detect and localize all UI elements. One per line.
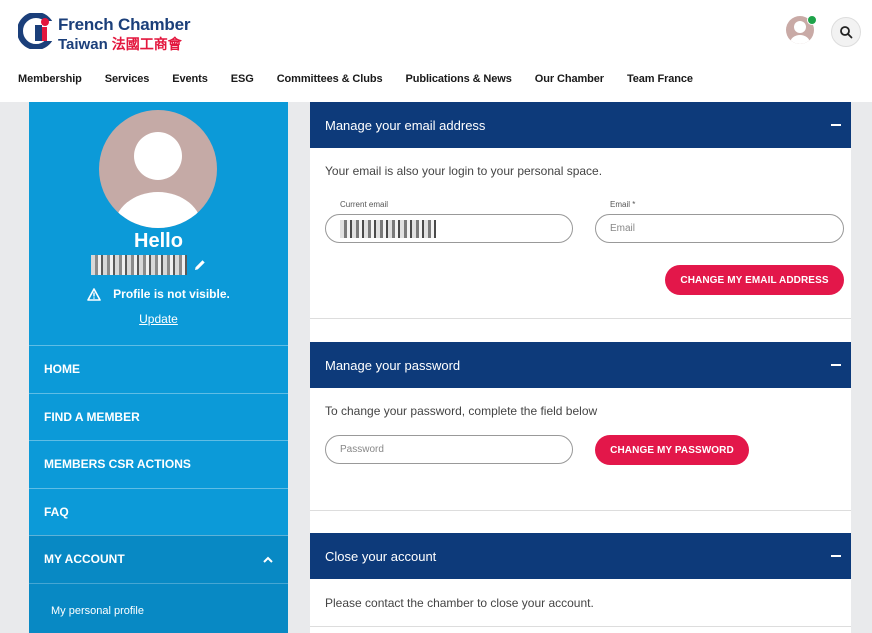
site-header: French Chamber Taiwan 法國工商會 Membership Se…	[0, 0, 872, 102]
nav-team-france[interactable]: Team France	[627, 73, 693, 91]
pencil-icon[interactable]	[193, 258, 207, 272]
warning-icon	[87, 287, 101, 301]
change-email-button[interactable]: CHANGE MY EMAIL ADDRESS	[665, 265, 844, 295]
online-status-dot	[807, 15, 817, 25]
sidebar-item-members-csr-actions[interactable]: MEMBERS CSR ACTIONS	[29, 440, 288, 488]
greeting: Hello	[134, 230, 183, 252]
section-divider	[310, 318, 851, 319]
close-account-section-header[interactable]: Close your account	[310, 533, 851, 579]
password-section-title: Manage your password	[325, 357, 461, 373]
current-email-field	[325, 214, 573, 243]
account-settings-panel: Manage your email address Your email is …	[310, 102, 851, 633]
update-link[interactable]: Update	[29, 312, 288, 326]
close-account-section-title: Close your account	[325, 548, 437, 564]
logo-mark-icon	[18, 13, 54, 49]
logo-subtitle-cn: 法國工商會	[111, 36, 182, 52]
sidebar-item-home[interactable]: HOME	[29, 345, 288, 393]
close-account-description: Please contact the chamber to close your…	[325, 596, 594, 610]
sidebar-item-my-account-label: MY ACCOUNT	[44, 552, 125, 567]
redacted-user-name	[91, 255, 187, 275]
redacted-current-email	[340, 219, 436, 238]
minus-icon	[831, 124, 841, 126]
logo-title: French Chamber	[58, 15, 191, 34]
nav-services[interactable]: Services	[105, 73, 150, 91]
sidebar-subitem-my-personal-profile[interactable]: My personal profile	[29, 582, 288, 633]
profile-silhouette-icon	[114, 132, 202, 228]
password-input[interactable]: Password	[325, 435, 573, 464]
account-sidebar: Hello Profile is not visible. Update HOM…	[29, 102, 288, 633]
email-section-title: Manage your email address	[325, 117, 486, 133]
email-section-description: Your email is also your login to your pe…	[325, 164, 603, 178]
nav-committees-clubs[interactable]: Committees & Clubs	[277, 73, 383, 91]
minus-icon	[831, 555, 841, 557]
section-divider	[310, 510, 851, 511]
sidebar-menu: HOME FIND A MEMBER MEMBERS CSR ACTIONS F…	[29, 345, 288, 633]
search-button[interactable]	[831, 17, 861, 47]
password-section-header[interactable]: Manage your password	[310, 342, 851, 388]
nav-our-chamber[interactable]: Our Chamber	[535, 73, 604, 91]
sidebar-item-find-a-member[interactable]: FIND A MEMBER	[29, 392, 288, 441]
nav-membership[interactable]: Membership	[18, 73, 82, 91]
visibility-text: Profile is not visible.	[113, 287, 230, 301]
logo-subtitle-en: Taiwan	[58, 36, 108, 53]
nav-publications-news[interactable]: Publications & News	[405, 73, 511, 91]
change-password-button[interactable]: CHANGE MY PASSWORD	[595, 435, 749, 465]
profile-visibility-status: Profile is not visible.	[29, 287, 288, 301]
profile-avatar	[99, 110, 217, 228]
chevron-up-icon	[263, 556, 273, 563]
search-icon	[840, 26, 853, 39]
email-label: Email *	[610, 200, 636, 209]
user-name-row	[91, 254, 207, 276]
current-email-label: Current email	[340, 200, 389, 209]
email-input[interactable]: Email	[595, 214, 844, 243]
nav-esg[interactable]: ESG	[231, 73, 254, 91]
email-section-header[interactable]: Manage your email address	[310, 102, 851, 148]
main-nav: Membership Services Events ESG Committee…	[18, 73, 716, 91]
sidebar-item-faq[interactable]: FAQ	[29, 487, 288, 536]
minus-icon	[831, 364, 841, 366]
nav-events[interactable]: Events	[172, 73, 208, 91]
section-divider	[310, 626, 851, 627]
logo-subtitle: Taiwan 法國工商會	[58, 34, 182, 54]
logo[interactable]: French Chamber Taiwan 法國工商會	[18, 13, 218, 53]
password-section-description: To change your password, complete the fi…	[325, 404, 598, 418]
sidebar-item-my-account[interactable]: MY ACCOUNT	[29, 535, 288, 583]
